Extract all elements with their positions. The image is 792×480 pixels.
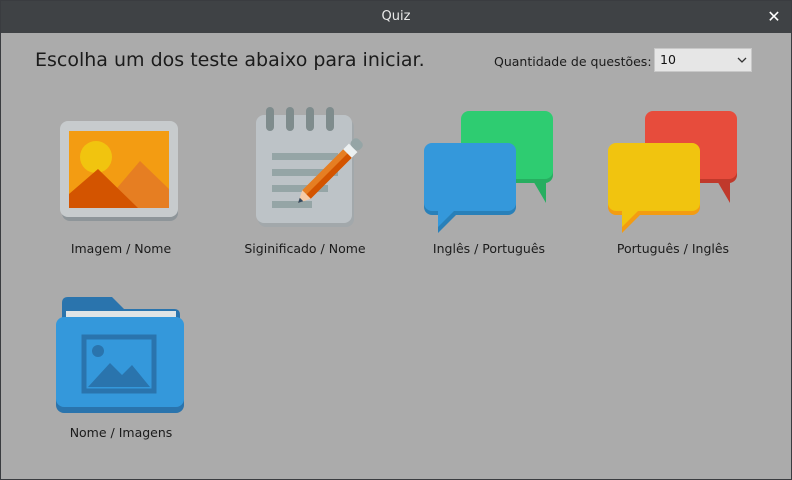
speech-bubbles-yellow-red-icon bbox=[608, 111, 737, 233]
test-label: Siginificado / Nome bbox=[244, 241, 366, 256]
quiz-window: Quiz ✕ Escolha um dos teste abaixo para … bbox=[0, 0, 792, 480]
test-tile-portugues-ingles[interactable]: Português / Inglês bbox=[598, 107, 748, 257]
test-tile-significado-nome[interactable]: Siginificado / Nome bbox=[230, 107, 380, 257]
notepad-pencil-icon bbox=[256, 107, 363, 227]
test-label: Português / Inglês bbox=[616, 241, 730, 256]
chevron-down-icon bbox=[737, 57, 747, 63]
test-tile-imagem-nome[interactable]: Imagem / Nome bbox=[46, 107, 196, 257]
picture-icon bbox=[60, 121, 178, 221]
test-label: Nome / Imagens bbox=[69, 425, 173, 440]
quantity-select[interactable]: 10 bbox=[654, 48, 752, 72]
title-bar: Quiz ✕ bbox=[1, 1, 791, 33]
quantity-label: Quantidade de questões: bbox=[494, 54, 652, 69]
window-title: Quiz bbox=[381, 9, 411, 24]
image-folder-icon bbox=[56, 297, 184, 413]
test-tile-nome-imagens[interactable]: Nome / Imagens bbox=[46, 293, 196, 443]
test-tile-ingles-portugues[interactable]: Inglês / Português bbox=[414, 107, 564, 257]
speech-bubbles-blue-green-icon bbox=[424, 111, 553, 233]
quantity-selected-value: 10 bbox=[660, 52, 676, 67]
test-label: Inglês / Português bbox=[432, 241, 546, 256]
page-title: Escolha um dos teste abaixo para iniciar… bbox=[35, 49, 425, 71]
close-icon[interactable]: ✕ bbox=[763, 6, 785, 28]
test-label: Imagem / Nome bbox=[70, 241, 172, 256]
